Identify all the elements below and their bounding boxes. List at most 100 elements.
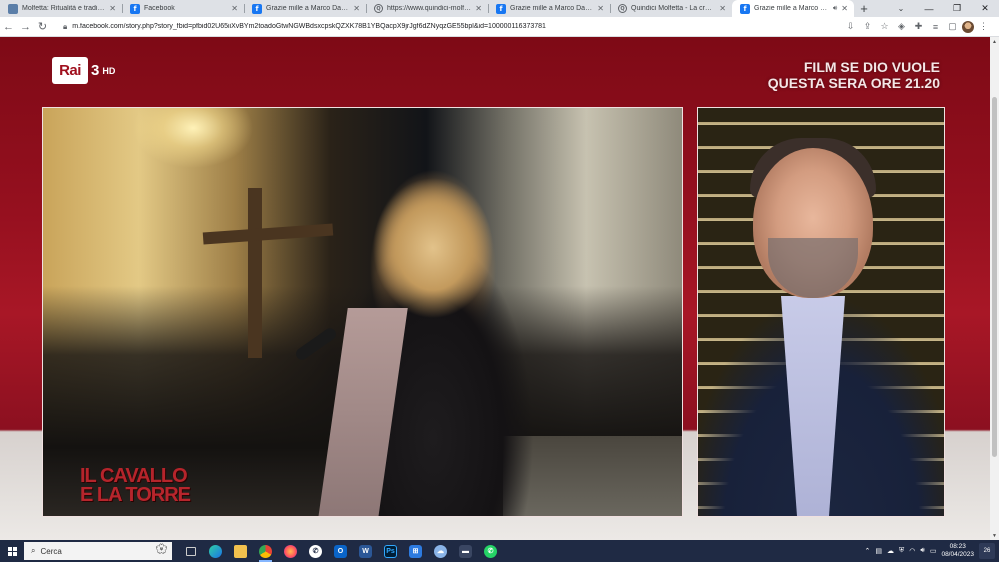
- task-view-icon: [185, 546, 196, 556]
- promo-line-2: QUESTA SERA ORE 21.20: [767, 75, 940, 91]
- app-icon: ▬: [459, 544, 472, 558]
- forward-arrow-icon[interactable]: →: [17, 17, 34, 37]
- speaker-icon[interactable]: 🔊︎: [833, 5, 837, 13]
- photoshop-app[interactable]: Ps: [378, 540, 403, 562]
- promo-line-1: FILM SE DIO VUOLE: [803, 59, 940, 75]
- star-icon[interactable]: ☆: [877, 19, 892, 34]
- app-unknown[interactable]: ▬: [453, 540, 478, 562]
- wifi-icon[interactable]: ◠: [909, 547, 915, 555]
- volume-icon[interactable]: 🔊︎: [920, 547, 924, 555]
- notification-center[interactable]: 26: [979, 543, 995, 559]
- toolbar-actions: ⇩ ⇪ ☆ ◈ ✚ ≡ ▢ ⋮: [843, 19, 999, 34]
- whatsapp-app[interactable]: ✆: [303, 540, 328, 562]
- tab-grazie-active[interactable]: f Grazie mille a Marco Damilano 🔊︎ ✕: [732, 0, 854, 17]
- facebook-favicon-icon: f: [740, 3, 750, 14]
- wooden-cross-beam: [202, 223, 334, 245]
- extension-puzzle-icon[interactable]: ◈: [894, 19, 909, 34]
- taskbar-apps: ✆ O W Ps ⊞ ☁ ▬ ✆: [178, 540, 503, 562]
- close-icon[interactable]: ✕: [841, 4, 848, 13]
- url-text: m.facebook.com/story.php?story_fbid=pfbi…: [72, 23, 546, 30]
- close-icon[interactable]: ✕: [475, 4, 482, 13]
- onedrive-app[interactable]: ☁: [428, 540, 453, 562]
- back-arrow-icon[interactable]: ←: [0, 17, 17, 37]
- windows-logo-icon: [7, 546, 17, 556]
- scroll-up-icon[interactable]: ▲: [990, 37, 999, 46]
- taskbar-search[interactable]: ⌕ Cerca 🌸︎: [24, 542, 172, 560]
- edge-app[interactable]: [203, 540, 228, 562]
- photoshop-icon: Ps: [384, 544, 397, 558]
- search-icon: ⌕: [31, 546, 36, 555]
- security-icon[interactable]: ⛨: [899, 547, 904, 555]
- facebook-favicon-icon: f: [252, 3, 262, 14]
- whatsapp-desktop-app[interactable]: ✆: [478, 540, 503, 562]
- show-logo: IL CAVALLO E LA TORRE: [80, 466, 191, 505]
- onedrive-tray-icon[interactable]: ☁: [887, 547, 894, 555]
- reading-list-icon[interactable]: ≡: [928, 19, 943, 34]
- tab-grazie-1[interactable]: f Grazie mille a Marco Damilano ✕: [244, 0, 366, 17]
- tab-title: Grazie mille a Marco Damilano: [510, 5, 593, 12]
- tab-quindici-croce[interactable]: Q Quindici Molfetta - La croce de ✕: [610, 0, 732, 17]
- share-icon[interactable]: ⇪: [860, 19, 875, 34]
- more-menu-icon[interactable]: ⋮: [976, 19, 991, 34]
- file-explorer-app[interactable]: [228, 540, 253, 562]
- lock-icon[interactable]: 🔒︎: [63, 22, 67, 32]
- start-button[interactable]: [0, 540, 24, 562]
- page-scrollbar[interactable]: ▲ ▼: [990, 37, 999, 540]
- rai-logo-text: Rai: [52, 57, 88, 84]
- chevron-down-icon[interactable]: ⌄: [891, 0, 911, 17]
- facebook-favicon-icon: f: [496, 3, 506, 14]
- restore-icon[interactable]: ❐: [943, 0, 971, 17]
- chevron-up-icon[interactable]: ⌃: [865, 547, 871, 555]
- reload-icon[interactable]: ↻: [34, 17, 51, 37]
- video-player[interactable]: Rai 3 HD FILM SE DIO VUOLE QUESTA SERA O…: [0, 37, 990, 540]
- search-highlight-icon: 🌸︎: [155, 544, 168, 555]
- browser-toolbar: ← → ↻ 🔒︎ m.facebook.com/story.php?story_…: [0, 17, 999, 37]
- task-view-button[interactable]: [178, 540, 203, 562]
- tab-strip: Molfetta: Ritualità e tradizione p ✕ f F…: [0, 0, 999, 17]
- outlook-app[interactable]: O: [328, 540, 353, 562]
- clock[interactable]: 08:23 08/04/2023: [941, 543, 974, 559]
- tab-title: Facebook: [144, 5, 175, 12]
- close-icon[interactable]: ✕: [109, 4, 116, 13]
- tab-facebook[interactable]: f Facebook ✕: [122, 0, 244, 17]
- close-icon[interactable]: ✕: [353, 4, 360, 13]
- notification-count: 26: [983, 548, 991, 554]
- store-app[interactable]: ⊞: [403, 540, 428, 562]
- site-favicon-icon: [8, 3, 18, 14]
- windows-taskbar: ⌕ Cerca 🌸︎ ✆ O W Ps ⊞ ☁ ▬ ✆ ⌃ ▤ ☁ ⛨ ◠ 🔊︎…: [0, 540, 999, 562]
- tab-quindici-url[interactable]: Q https://www.quindici-molfetta.it ✕: [366, 0, 488, 17]
- word-app[interactable]: W: [353, 540, 378, 562]
- close-icon[interactable]: ✕: [231, 4, 238, 13]
- close-window-icon[interactable]: ✕: [971, 0, 999, 17]
- scroll-down-icon[interactable]: ▼: [990, 531, 999, 540]
- cloud-icon: ☁: [434, 544, 447, 558]
- clock-time: 08:23: [949, 543, 966, 550]
- whatsapp-icon: ✆: [484, 544, 497, 558]
- scrollbar-thumb[interactable]: [992, 97, 997, 457]
- close-icon[interactable]: ✕: [597, 4, 604, 13]
- tab-grazie-2[interactable]: f Grazie mille a Marco Damilano ✕: [488, 0, 610, 17]
- battery-icon[interactable]: ▭: [930, 547, 937, 555]
- facebook-favicon-icon: f: [130, 3, 140, 14]
- address-bar[interactable]: 🔒︎ m.facebook.com/story.php?story_fbid=p…: [57, 19, 837, 34]
- word-icon: W: [359, 544, 372, 558]
- tab-title: Grazie mille a Marco Damilano: [266, 5, 349, 12]
- firefox-app[interactable]: [278, 540, 303, 562]
- side-panel-icon[interactable]: ▢: [945, 19, 960, 34]
- tab-title: https://www.quindici-molfetta.it: [387, 5, 472, 12]
- profile-avatar[interactable]: [962, 20, 974, 33]
- extensions-icon[interactable]: ✚: [911, 19, 926, 34]
- chrome-app[interactable]: [253, 540, 278, 562]
- tab-molfetta-ritualita[interactable]: Molfetta: Ritualità e tradizione p ✕: [0, 0, 122, 17]
- folder-icon: [234, 544, 247, 558]
- globe-favicon-icon: Q: [618, 4, 627, 13]
- network-icon[interactable]: ▤: [875, 547, 882, 555]
- close-icon[interactable]: ✕: [719, 4, 726, 13]
- minimize-icon[interactable]: —: [915, 0, 943, 17]
- new-tab-button[interactable]: +: [854, 0, 874, 17]
- tab-title: Molfetta: Ritualità e tradizione p: [22, 5, 105, 12]
- search-placeholder: Cerca: [40, 546, 62, 556]
- install-app-icon[interactable]: ⇩: [843, 19, 858, 34]
- outlook-icon: O: [334, 544, 347, 558]
- procession-scene: [42, 107, 683, 517]
